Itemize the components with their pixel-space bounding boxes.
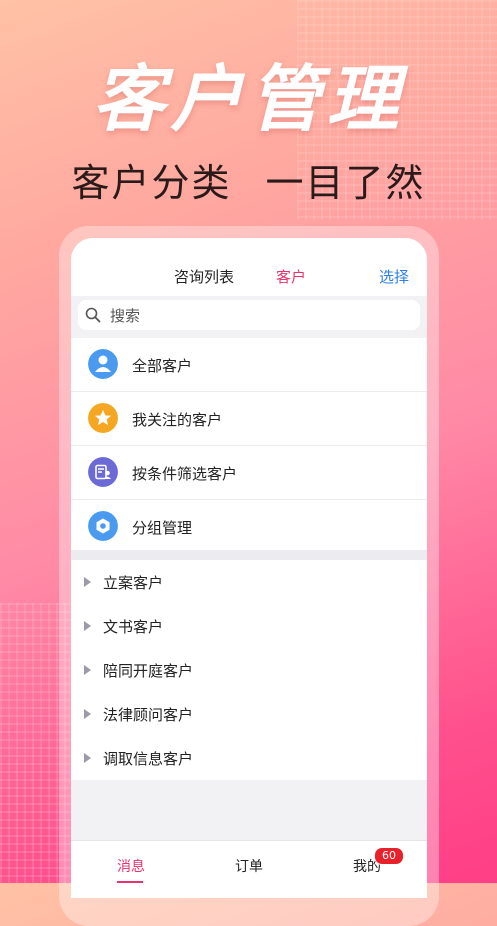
top-nav: 咨询列表 客户 选择 <box>71 238 427 296</box>
star-icon <box>88 403 118 433</box>
search-box[interactable] <box>78 300 420 332</box>
person-icon <box>88 349 118 379</box>
notification-badge: 60 <box>374 847 404 865</box>
menu-item-label: 全部客户 <box>132 357 193 375</box>
select-button[interactable]: 选择 <box>379 266 409 287</box>
menu-item-label: 按条件筛选客户 <box>132 465 238 483</box>
group-item-info-retrieval[interactable]: 调取信息客户 <box>71 736 427 780</box>
tab-customer[interactable]: 客户 <box>276 266 306 287</box>
menu-item-label: 我关注的客户 <box>132 411 223 429</box>
search-bar <box>71 296 427 338</box>
search-input[interactable] <box>108 300 412 332</box>
group-item-label: 陪同开庭客户 <box>103 662 194 680</box>
group-item-legal-advisor[interactable]: 法律顾问客户 <box>71 692 427 736</box>
triangle-right-icon <box>84 709 91 719</box>
group-item-label: 立案客户 <box>103 574 164 592</box>
filter-card-icon <box>88 457 118 487</box>
menu-item-all-customers[interactable]: 全部客户 <box>71 338 427 392</box>
hero-title: 客户管理 <box>92 57 405 141</box>
tab-messages[interactable]: 消息 <box>117 856 145 876</box>
group-item-documents[interactable]: 文书客户 <box>71 604 427 648</box>
app-screen: 咨询列表 客户 选择 全部客户 我关注的客户 <box>71 238 427 898</box>
search-icon <box>85 307 101 323</box>
triangle-right-icon <box>84 753 91 763</box>
tab-orders[interactable]: 订单 <box>235 856 263 876</box>
bottom-tab-bar: 消息 订单 我的 60 <box>71 840 427 898</box>
customer-menu: 全部客户 我关注的客户 按条件筛选客户 分组管理 <box>71 338 427 553</box>
menu-item-followed-customers[interactable]: 我关注的客户 <box>71 392 427 446</box>
triangle-right-icon <box>84 621 91 631</box>
menu-item-filter-customers[interactable]: 按条件筛选客户 <box>71 446 427 500</box>
group-item-label: 法律顾问客户 <box>103 706 194 724</box>
triangle-right-icon <box>84 577 91 587</box>
hero-subtitle: 客户分类 一目了然 <box>71 161 426 205</box>
group-item-label: 文书客户 <box>103 618 164 636</box>
group-item-label: 调取信息客户 <box>103 750 194 768</box>
customer-groups: 立案客户 文书客户 陪同开庭客户 法律顾问客户 调取信息客户 <box>71 560 427 780</box>
tab-consult-list[interactable]: 咨询列表 <box>174 266 234 287</box>
triangle-right-icon <box>84 665 91 675</box>
group-item-filing[interactable]: 立案客户 <box>71 560 427 604</box>
section-divider <box>71 550 427 560</box>
menu-item-group-management[interactable]: 分组管理 <box>71 500 427 553</box>
group-item-court-accompany[interactable]: 陪同开庭客户 <box>71 648 427 692</box>
hexagon-icon <box>88 511 118 541</box>
menu-item-label: 分组管理 <box>132 519 193 537</box>
